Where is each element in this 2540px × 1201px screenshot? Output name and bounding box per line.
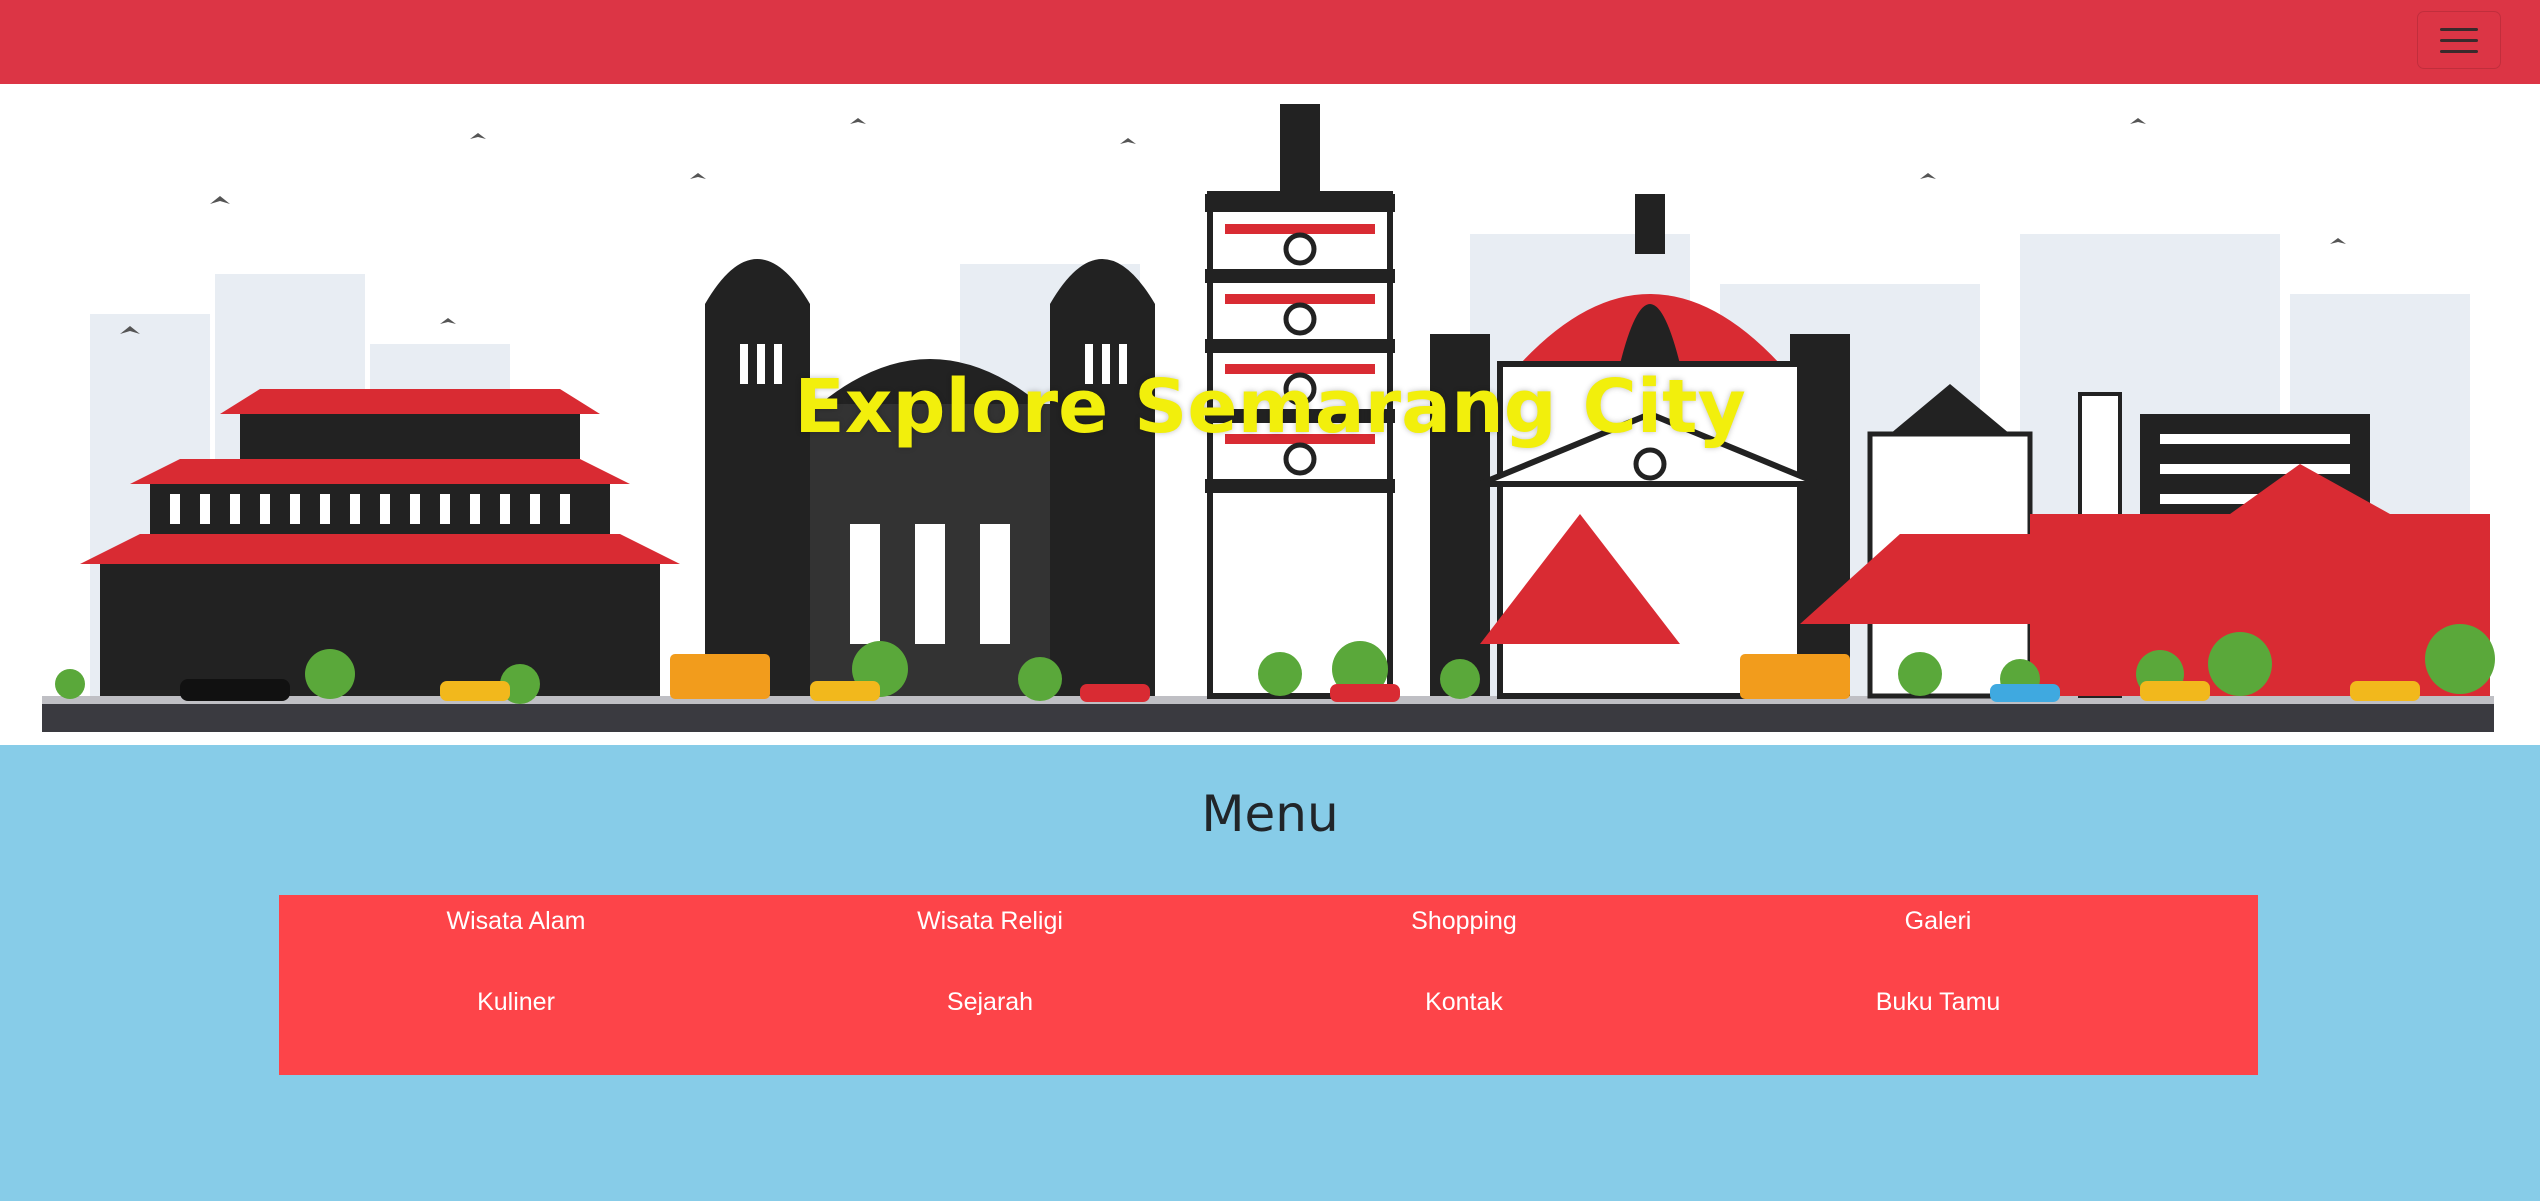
- menu-section: Menu Wisata Alam Wisata Religi Shopping …: [0, 745, 2540, 1201]
- hero-title: Explore Semarang City: [794, 364, 1746, 450]
- menu-item-sejarah[interactable]: Sejarah: [753, 950, 1227, 1040]
- top-navbar: [0, 0, 2540, 84]
- hamburger-menu-icon-line: [2440, 49, 2478, 53]
- hero-banner: Explore Semarang City: [0, 84, 2540, 745]
- menu-item-shopping[interactable]: Shopping: [1227, 895, 1701, 950]
- menu-grid: Wisata Alam Wisata Religi Shopping Galer…: [279, 895, 2258, 1075]
- hamburger-menu-icon-line: [2440, 27, 2478, 31]
- menu-item-buku-tamu[interactable]: Buku Tamu: [1701, 950, 2175, 1040]
- menu-item-kuliner[interactable]: Kuliner: [279, 950, 753, 1040]
- navbar-toggler-button[interactable]: [2417, 11, 2501, 69]
- menu-item-wisata-religi[interactable]: Wisata Religi: [753, 895, 1227, 950]
- menu-item-kontak[interactable]: Kontak: [1227, 950, 1701, 1040]
- menu-item-galeri[interactable]: Galeri: [1701, 895, 2175, 950]
- hamburger-menu-icon-line: [2440, 38, 2478, 42]
- menu-item-wisata-alam[interactable]: Wisata Alam: [279, 895, 753, 950]
- menu-heading: Menu: [1201, 785, 1339, 843]
